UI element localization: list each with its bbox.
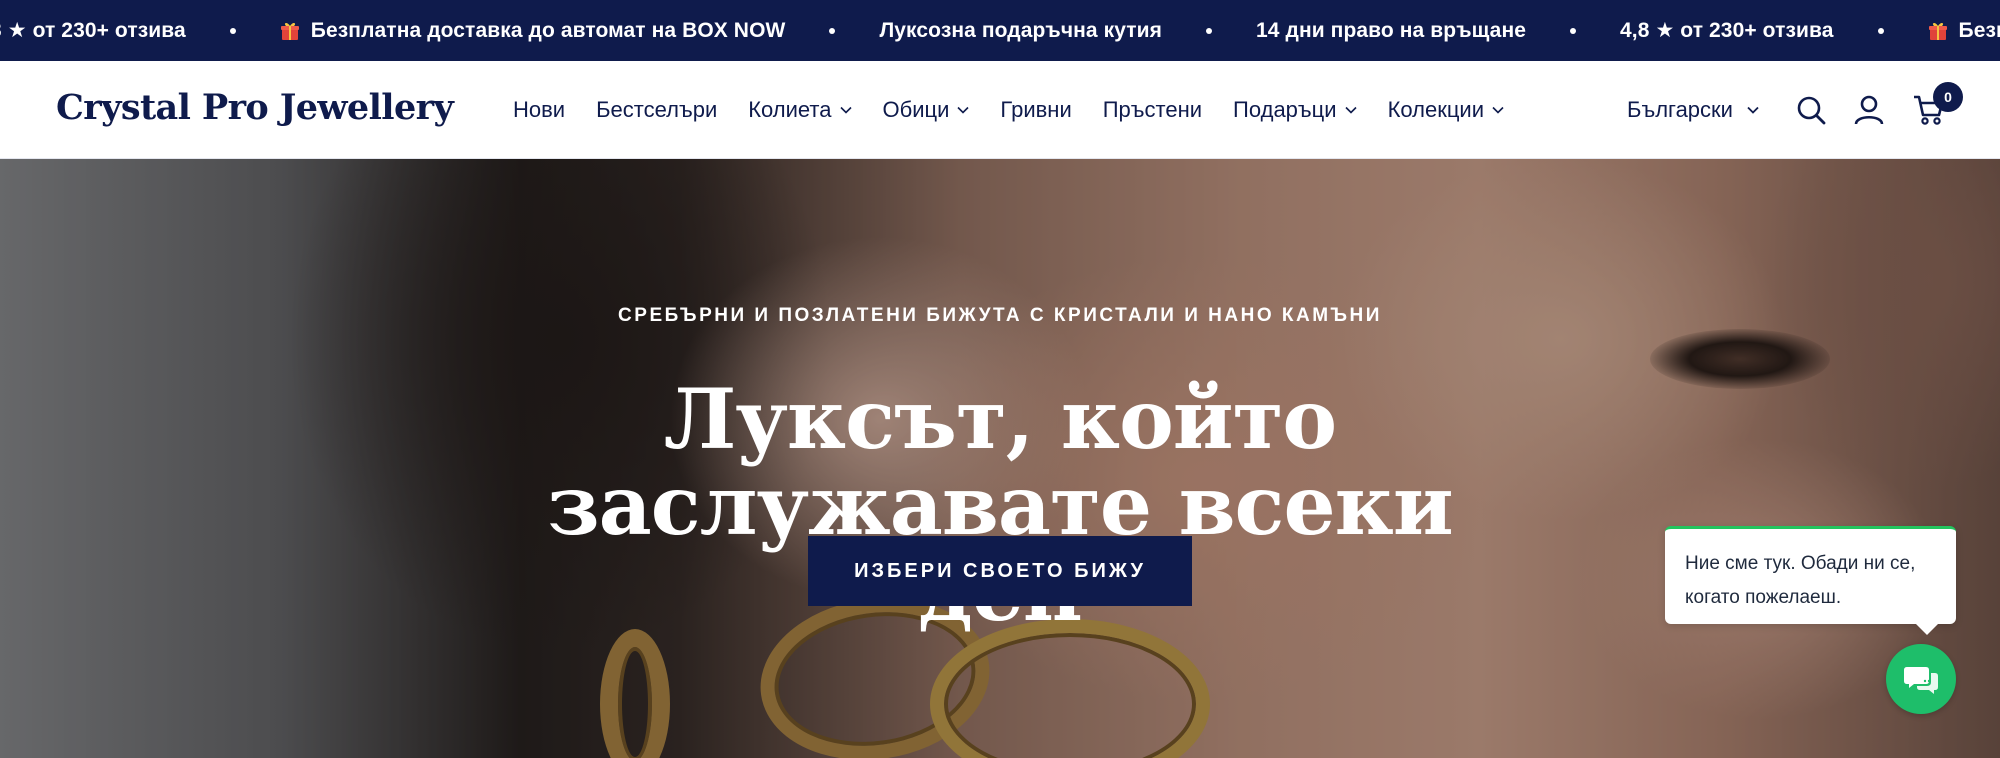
announcement-item: Луксозна подаръчна кутия xyxy=(879,19,1162,43)
announcement-item: Безплатна доставка до автомат на BOX NOW xyxy=(280,19,786,43)
announcement-text: Безплатна дост xyxy=(1958,18,2000,42)
language-label: Български xyxy=(1627,97,1733,122)
search-icon[interactable] xyxy=(1794,93,1828,127)
chat-greeting-text: Ние сме тук. Обади ни се, когато пожелае… xyxy=(1685,553,1916,608)
nav-item-earrings[interactable]: Обици xyxy=(883,97,970,123)
site-header: Crystal Pro Jewellery Нови Бестселъри Ко… xyxy=(0,61,2000,159)
announcement-separator xyxy=(229,27,236,34)
account-icon[interactable] xyxy=(1852,93,1886,127)
announcement-item: Безплатна дост xyxy=(1928,19,2000,43)
nav-item-label: Пръстени xyxy=(1102,97,1203,122)
nav-item-new[interactable]: Нови xyxy=(513,97,565,123)
announcement-separator xyxy=(1877,27,1884,34)
hero-cta-button[interactable]: ИЗБЕРИ СВОЕТО БИЖУ xyxy=(808,536,1192,606)
chevron-down-icon xyxy=(1747,106,1759,114)
chat-icon xyxy=(1901,659,1941,699)
chevron-down-icon xyxy=(1344,106,1357,114)
nav-item-rings[interactable]: Пръстени xyxy=(1103,97,1202,123)
nav-item-label: Нови xyxy=(513,97,566,122)
announcement-separator xyxy=(1570,27,1577,34)
announcement-separator xyxy=(1206,27,1213,34)
chat-greeting-bubble[interactable]: Ние сме тук. Обади ни се, когато пожелае… xyxy=(1665,526,1956,635)
hero-banner: СРЕБЪРНИ И ПОЗЛАТЕНИ БИЖУТА С КРИСТАЛИ И… xyxy=(0,159,2000,758)
announcement-track: 3 ★ от 230+ отзива Безплатна доставка до… xyxy=(0,0,2000,61)
chevron-down-icon xyxy=(957,106,969,114)
announcement-item: 4,8 ★ от 230+ отзива xyxy=(1620,18,1834,43)
announcement-text: 4,8 ★ от 230+ отзива xyxy=(1620,19,1834,42)
announcement-text: 14 дни право на връщане xyxy=(1256,18,1527,42)
chevron-down-icon xyxy=(839,106,852,114)
announcement-item: 3 ★ от 230+ отзива xyxy=(0,18,186,43)
nav-item-label: Обици xyxy=(882,97,950,122)
gift-icon xyxy=(1928,21,1948,41)
nav-item-necklaces[interactable]: Колиета xyxy=(748,97,852,123)
hero-kicker: СРЕБЪРНИ И ПОЗЛАТЕНИ БИЖУТА С КРИСТАЛИ И… xyxy=(618,305,1382,326)
chat-launcher-button[interactable] xyxy=(1886,644,1956,714)
nav-item-label: Бестселъри xyxy=(596,97,718,122)
announcement-item: 14 дни право на връщане xyxy=(1256,19,1526,43)
announcement-text: Луксозна подаръчна кутия xyxy=(879,18,1163,42)
cart-count-badge: 0 xyxy=(1933,82,1963,112)
gift-icon xyxy=(280,21,300,41)
announcement-separator xyxy=(829,27,836,34)
site-logo[interactable]: Crystal Pro Jewellery xyxy=(56,87,454,128)
nav-item-label: Колекции xyxy=(1387,97,1485,122)
announcement-text: Безплатна доставка до автомат на BOX NOW xyxy=(310,18,786,42)
nav-item-label: Подаръци xyxy=(1233,97,1337,122)
nav-item-gifts[interactable]: Подаръци xyxy=(1233,97,1357,123)
chevron-down-icon xyxy=(1492,106,1504,114)
nav-item-bestsellers[interactable]: Бестселъри xyxy=(596,97,717,123)
announcement-bar: 3 ★ от 230+ отзива Безплатна доставка до… xyxy=(0,0,2000,61)
announcement-text: 3 ★ от 230+ отзива xyxy=(0,19,186,42)
chat-bubble-tail xyxy=(1915,623,1939,635)
nav-item-label: Колиета xyxy=(748,97,832,122)
main-nav: Нови Бестселъри Колиета Обици Гривни Пръ… xyxy=(513,61,1535,159)
nav-item-collections[interactable]: Колекции xyxy=(1388,97,1504,123)
nav-item-label: Гривни xyxy=(1000,97,1072,122)
nav-item-bracelets[interactable]: Гривни xyxy=(1000,97,1071,123)
language-selector[interactable]: Български xyxy=(1627,61,1759,159)
